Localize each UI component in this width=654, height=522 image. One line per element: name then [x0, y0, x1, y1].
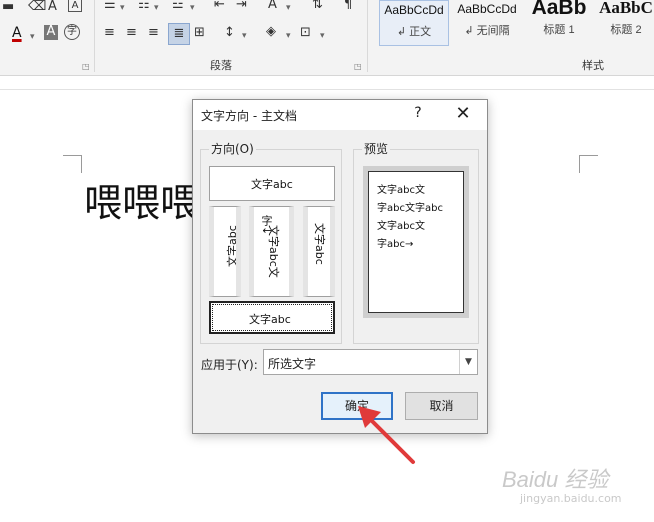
apply-to-select[interactable]: 所选文字 ▼ — [263, 349, 478, 375]
preview-label: 预览 — [362, 142, 391, 156]
borders-icon[interactable]: ⊡ — [300, 26, 311, 40]
preview-page: 文字abc文 字abc文字abc 文字abc文 字abc→ — [368, 171, 464, 313]
numbering-dropdown-icon[interactable]: ▾ — [154, 1, 159, 15]
chevron-down-icon[interactable]: ▼ — [459, 350, 477, 374]
watermark-url: jingyan.baidu.com — [520, 492, 622, 505]
orientation-vertical-left[interactable]: 文字abc — [209, 206, 241, 297]
align-left-icon[interactable]: ≡ — [104, 26, 115, 40]
shading-dropdown-icon[interactable]: ▾ — [286, 29, 291, 43]
style-heading-1[interactable]: AaBb 标题 1 — [526, 0, 592, 44]
justify-icon[interactable]: ≣ — [168, 23, 190, 45]
align-center-icon[interactable]: ≡ — [126, 26, 137, 40]
multilevel-list-icon[interactable]: ☲ — [172, 0, 184, 12]
orientation-group: 方向(O) 文字abc 文字abc 字↓ 文字abc文 文字abc 文字abc — [200, 142, 342, 344]
sort-icon[interactable]: ⇅ — [312, 0, 323, 12]
line-spacing-dropdown-icon[interactable]: ▾ — [242, 29, 247, 43]
style-name: ↲ 正文 — [396, 26, 432, 38]
preview-line: 文字abc文 — [377, 185, 425, 196]
style-sample: AaBbC — [599, 0, 653, 17]
text-direction-dialog: 文字方向 - 主文档 ? ✕ 方向(O) 文字abc 文字abc 字↓ 文字ab… — [192, 99, 488, 434]
clear-format-icon[interactable]: ▬ — [2, 0, 14, 14]
document-text[interactable]: 喂喂喂 — [84, 178, 198, 228]
decrease-indent-icon[interactable]: ⇤ — [214, 0, 225, 12]
paragraph-group-label: 段落 — [210, 59, 232, 72]
style-sample: AaBbCcDd — [457, 2, 517, 16]
style-name: ↲ 无间隔 — [464, 25, 510, 37]
orientation-horizontal-label: 文字abc — [251, 178, 293, 191]
bullets-icon[interactable]: ☰ — [104, 0, 116, 12]
preview-line: 文字abc文 — [377, 221, 425, 232]
orientation-rotated-bottom[interactable]: 文字abc — [209, 301, 335, 334]
style-name: 标题 1 — [543, 24, 575, 36]
style-sample: AaBb — [531, 0, 587, 19]
dialog-titlebar[interactable]: 文字方向 - 主文档 ? ✕ — [193, 100, 487, 130]
preview-area: 文字abc文 字abc文字abc 文字abc文 字abc→ — [363, 166, 469, 318]
apply-to-label: 应用于(Y): — [201, 358, 258, 372]
line-spacing-icon[interactable]: ↕ — [224, 26, 235, 40]
style-name: 标题 2 — [610, 24, 642, 36]
orientation-vertical-left-label: 文字abc — [226, 225, 239, 267]
crop-mark-left-v — [81, 155, 82, 173]
page-top-edge — [0, 89, 654, 90]
numbering-icon[interactable]: ☷ — [138, 0, 150, 12]
style-sample: AaBbCcDd — [384, 3, 444, 17]
orientation-vertical-right[interactable]: 文字abc — [303, 206, 335, 297]
orientation-vertical-stacked-label: 文字abc文 — [267, 225, 280, 278]
bullets-dropdown-icon[interactable]: ▾ — [120, 1, 125, 15]
watermark-logo: Baidu 经验 — [502, 467, 609, 492]
enclose-char-icon[interactable]: 字 — [64, 24, 80, 40]
style-normal[interactable]: AaBbCcDd ↲ 正文 — [379, 0, 449, 46]
font-dialog-launcher-icon[interactable]: ◳ — [82, 62, 90, 71]
annotation-arrow-icon — [358, 406, 415, 464]
chinese-layout-dropdown-icon[interactable]: ▾ — [286, 1, 291, 15]
apply-to-value: 所选文字 — [268, 357, 317, 371]
dialog-title: 文字方向 - 主文档 — [201, 109, 297, 123]
align-right-icon[interactable]: ≡ — [148, 26, 159, 40]
char-border-icon[interactable]: A — [68, 0, 82, 12]
crop-mark-right-h — [580, 155, 598, 156]
orientation-label: 方向(O) — [209, 142, 256, 156]
paragraph-dialog-launcher-icon[interactable]: ◳ — [354, 62, 362, 71]
char-shading-icon[interactable]: A — [44, 25, 58, 40]
increase-indent-icon[interactable]: ⇥ — [236, 0, 247, 12]
font-color-icon[interactable]: A — [12, 26, 22, 40]
styles-group-label: 样式 — [582, 59, 604, 72]
chinese-layout-icon[interactable]: A — [268, 0, 277, 12]
borders-dropdown-icon[interactable]: ▾ — [320, 29, 325, 43]
orientation-vertical-stacked[interactable]: 字↓ 文字abc文 — [249, 206, 294, 297]
ribbon: ▬ ⌫ A A A ▾ A 字 ☰ ▾ ☷ ▾ ☲ ▾ ⇤ ⇥ A ▾ ⇅ ¶ … — [0, 0, 654, 76]
style-no-spacing[interactable]: AaBbCcDd ↲ 无间隔 — [452, 0, 522, 44]
shading-icon[interactable]: ◈ — [266, 25, 276, 39]
orientation-rotated-bottom-label: 文字abc — [249, 313, 291, 326]
preview-line: 字abc文字abc — [377, 203, 443, 214]
orientation-vertical-right-label: 文字abc — [313, 223, 326, 265]
style-heading-2[interactable]: AaBbC 标题 2 — [598, 0, 654, 44]
close-icon[interactable]: ✕ — [451, 103, 475, 125]
crop-mark-right-v — [579, 155, 580, 173]
font-color-dropdown-icon[interactable]: ▾ — [30, 30, 35, 44]
orientation-horizontal[interactable]: 文字abc — [209, 166, 335, 201]
distributed-icon[interactable]: ⊞ — [194, 26, 205, 40]
eraser-icon[interactable]: ⌫ — [28, 0, 46, 14]
help-icon[interactable]: ? — [411, 105, 425, 123]
font-style-icon[interactable]: A — [48, 0, 57, 14]
crop-mark-left-h — [63, 155, 81, 156]
preview-line: 字abc→ — [377, 239, 414, 250]
multilevel-dropdown-icon[interactable]: ▾ — [190, 1, 195, 15]
show-marks-icon[interactable]: ¶ — [344, 0, 352, 12]
